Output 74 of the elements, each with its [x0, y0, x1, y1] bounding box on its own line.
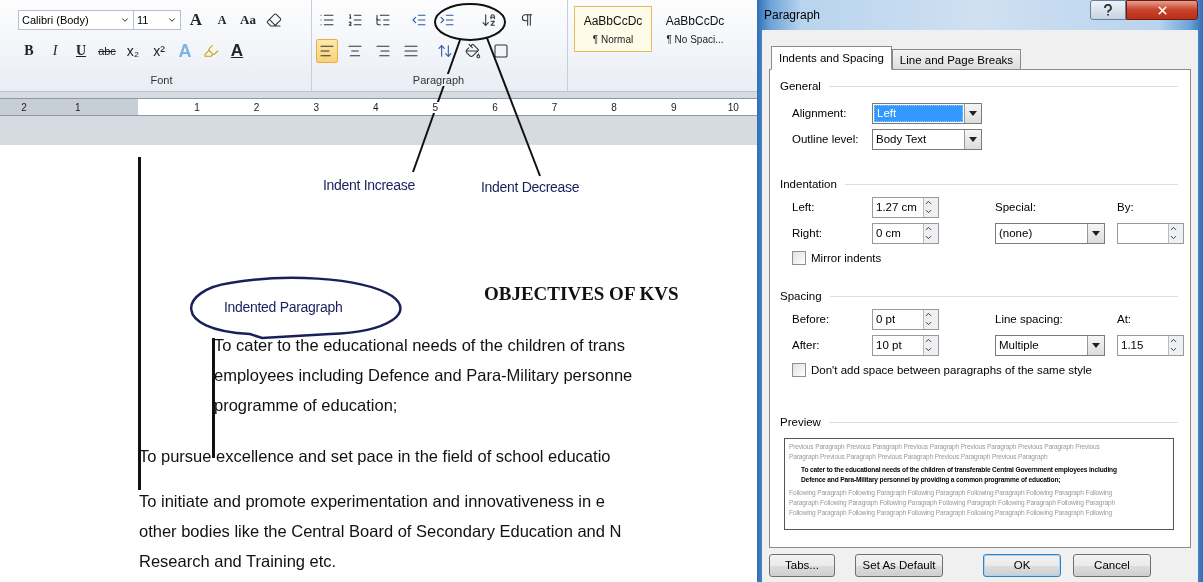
dialog-button[interactable]: Set As Default [855, 553, 943, 577]
group-label: Paragraph [410, 74, 467, 86]
dropdown-arrow-icon[interactable] [1092, 230, 1100, 236]
field-label: Alignment: [792, 107, 848, 119]
shrink-font-button[interactable]: A [211, 8, 233, 32]
field-label: Left: [792, 201, 816, 213]
annotation-label: Indent Increase [323, 177, 415, 193]
field-label: By: [1117, 201, 1135, 213]
close-icon[interactable] [1126, 0, 1198, 20]
field-label: Outline level: [792, 133, 860, 145]
annotation-ellipse [434, 3, 506, 41]
text-line: To pursue excellence and set pace in the field of school educatio [139, 446, 612, 467]
change-case-button[interactable]: Aa [237, 8, 259, 32]
special-dropdown[interactable]: (none) [995, 222, 1105, 244]
line-spacing-dropdown[interactable]: Multiple [995, 334, 1105, 356]
callout-text: Indented Paragraph [224, 299, 343, 315]
dropdown-arrow-icon[interactable] [969, 136, 977, 142]
dropdown-arrow-icon[interactable] [1092, 342, 1100, 348]
bold-button[interactable]: B [18, 39, 40, 63]
dialog-button[interactable]: Cancel [1073, 553, 1151, 577]
section-label: General [780, 80, 821, 92]
text-line: other bodies like the Central Board of Secondary Education and N [139, 521, 623, 542]
italic-button[interactable]: I [44, 39, 66, 63]
field-label: Special: [995, 201, 1037, 213]
document-heading: OBJECTIVES OF KVS [484, 283, 680, 306]
section-label: Indentation [780, 178, 837, 190]
align-lines-icon [375, 43, 391, 59]
font-color-button[interactable]: A [226, 39, 248, 63]
help-icon[interactable] [1090, 0, 1126, 20]
text-line: To initiate and promote experimentation and innovativeness in e [139, 491, 606, 512]
style-card[interactable]: AaBbCcDc ¶ No Spaci... [656, 6, 734, 52]
superscript-button[interactable]: x² [148, 39, 170, 63]
ruler: 2 1 1 2 3 4 5 6 7 8 9 10 [0, 98, 757, 116]
field-label: Before: [792, 313, 831, 325]
by-field[interactable] [1117, 222, 1184, 244]
section-label: Spacing [780, 290, 822, 302]
underline-button[interactable]: U [70, 39, 92, 63]
field-label: At: [1117, 313, 1133, 325]
align-lines-icon [347, 43, 363, 59]
checkbox[interactable] [792, 251, 806, 265]
align-lines-icon [319, 43, 335, 59]
field-label: After: [792, 339, 821, 351]
align-lines-icon [403, 43, 419, 59]
font-name-field[interactable]: Calibri (Body) [18, 10, 134, 30]
align-left-button[interactable] [316, 39, 338, 63]
text-line: To cater to the educational needs of the children of trans [214, 335, 626, 356]
group-label: Font [148, 74, 175, 86]
dropdown-arrow-icon[interactable] [969, 110, 977, 116]
subscript-button[interactable]: x₂ [122, 39, 144, 63]
text-line: Research and Training etc. [139, 551, 338, 572]
checkbox-label: Don't add space between paragraphs of the same style [811, 364, 1092, 376]
field-label: Right: [792, 227, 824, 239]
outline-level-dropdown[interactable]: Body Text [872, 128, 982, 150]
checkbox[interactable] [792, 363, 806, 377]
right-indent-field[interactable]: 0 cm [872, 222, 939, 244]
at-field[interactable]: 1.15 [1117, 334, 1184, 356]
left-indent-field[interactable]: 1.27 cm [872, 196, 939, 218]
field-label: Line spacing: [995, 313, 1064, 325]
section-label: Preview [780, 416, 821, 428]
text-line: programme of education; [214, 395, 399, 416]
tab[interactable]: Indents and Spacing [771, 46, 892, 70]
window-title: Paragraph [764, 8, 821, 22]
dialog-button[interactable]: OK [983, 553, 1061, 577]
font-size-field[interactable]: 11 [133, 10, 181, 30]
before-field[interactable]: 0 pt [872, 308, 939, 330]
annotation-label: Indent Decrease [481, 179, 580, 195]
grow-font-button[interactable]: A [185, 8, 207, 32]
tab[interactable]: Line and Page Breaks [891, 49, 1022, 69]
style-card[interactable]: AaBbCcDc ¶ Normal [574, 6, 652, 52]
text-line: employees including Defence and Para-Military personne [214, 365, 634, 386]
dialog-button[interactable]: Tabs... [769, 553, 835, 577]
after-field[interactable]: 10 pt [872, 334, 939, 356]
checkbox-label: Mirror indents [811, 252, 882, 264]
strikethrough-button[interactable]: abc [96, 39, 118, 63]
